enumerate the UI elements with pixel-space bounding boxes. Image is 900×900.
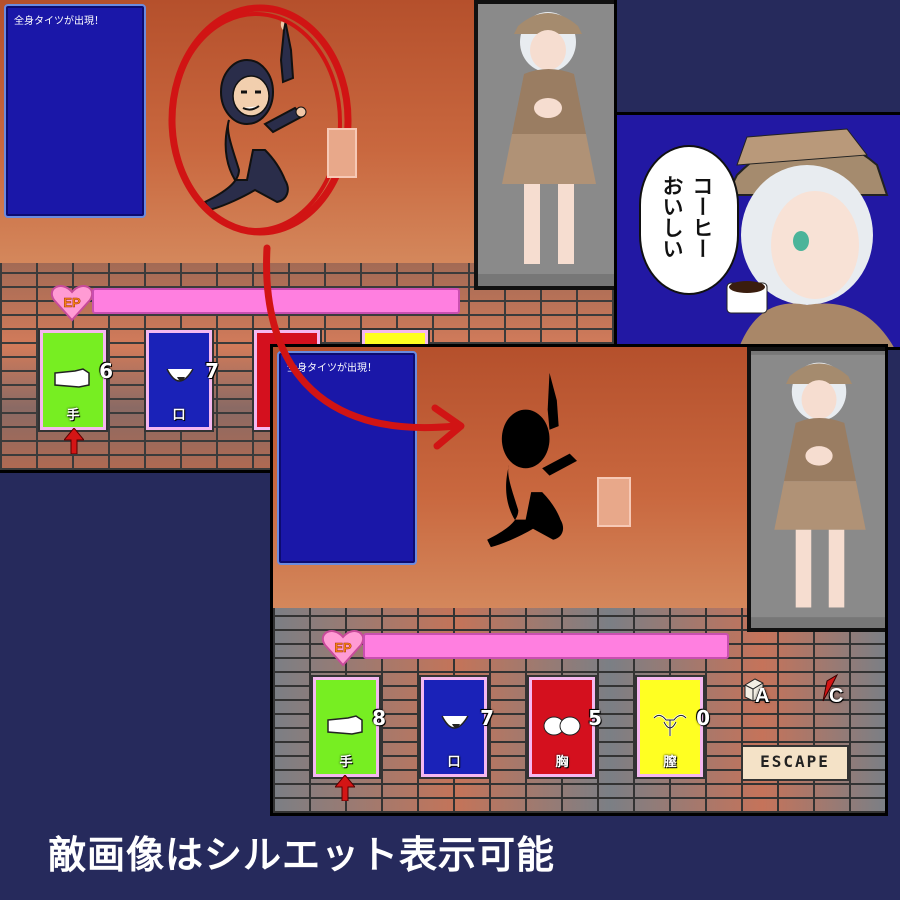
transition-arrow xyxy=(263,244,465,450)
card-hand[interactable]: 8 手 xyxy=(311,675,386,779)
speech-line-1: コーヒー xyxy=(690,175,714,259)
ep-gauge xyxy=(363,633,729,659)
key-a-label[interactable]: A xyxy=(755,685,769,708)
speech-text: コーヒー おいしい xyxy=(657,175,717,295)
top-card-hand[interactable]: 6 手 xyxy=(38,328,113,432)
heroine-portrait xyxy=(751,354,885,618)
mouth-icon xyxy=(441,715,469,729)
heroine-portrait-frame xyxy=(747,347,885,632)
selection-arrow-icon xyxy=(64,428,84,454)
selection-arrow-icon xyxy=(335,775,355,801)
mouth-icon xyxy=(166,368,194,382)
key-c-label[interactable]: C xyxy=(829,685,843,708)
card-count: 0 xyxy=(696,706,710,730)
card-mouth[interactable]: 7 口 xyxy=(419,675,494,779)
top-card-mouth[interactable]: 7 口 xyxy=(144,328,219,432)
card-label: 胸 xyxy=(555,755,569,770)
card-count: 7 xyxy=(205,359,219,383)
door-marker xyxy=(327,128,357,178)
speech-panel: コーヒー おいしい xyxy=(614,112,900,350)
hand-icon xyxy=(54,368,90,388)
card-count: 6 xyxy=(99,359,113,383)
enemy-silhouette xyxy=(487,372,577,548)
heroine-portrait xyxy=(478,4,614,274)
card-chest[interactable]: 5 胸 xyxy=(527,675,602,779)
card-label: 口 xyxy=(172,408,186,423)
card-label: 膣 xyxy=(663,755,677,770)
message-window: 全身タイツが出現！ xyxy=(4,4,146,218)
svg-text:EP: EP xyxy=(63,295,81,310)
ep-heart-icon: EP xyxy=(51,285,93,322)
ep-heart-icon: EP xyxy=(322,630,364,667)
card-label: 手 xyxy=(339,755,353,770)
card-count: 7 xyxy=(480,706,494,730)
card-count: 8 xyxy=(372,706,386,730)
card-label: 手 xyxy=(66,408,80,423)
card-label: 口 xyxy=(447,755,461,770)
chest-icon xyxy=(543,716,581,736)
uterus-icon xyxy=(653,714,687,736)
door-marker xyxy=(597,477,631,527)
card-count: 5 xyxy=(588,706,602,730)
highlight-circle xyxy=(168,4,352,236)
heroine-portrait-frame xyxy=(474,0,614,290)
speech-line-2: おいしい xyxy=(660,175,684,259)
svg-text:EP: EP xyxy=(334,640,352,655)
message-text: 全身タイツが出現！ xyxy=(14,16,104,27)
caption-text: 敵画像はシルエット表示可能 xyxy=(48,833,556,877)
hand-icon xyxy=(327,715,363,735)
escape-button[interactable]: ESCAPE xyxy=(741,745,849,781)
card-vagina[interactable]: 0 膣 xyxy=(635,675,710,779)
